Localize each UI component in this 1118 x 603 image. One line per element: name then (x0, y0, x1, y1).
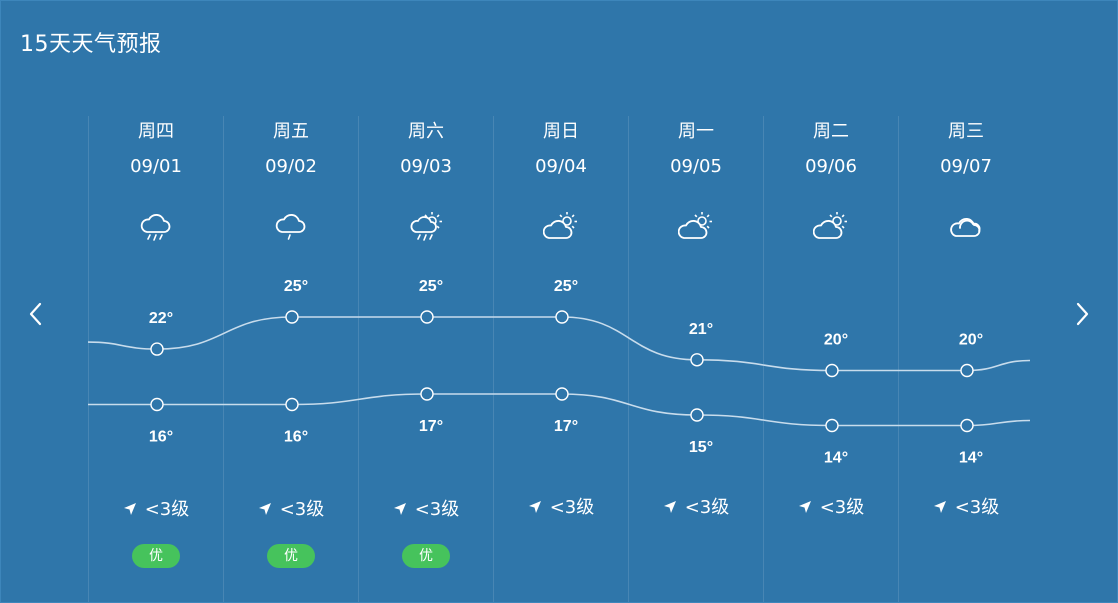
cloud-drizzle-icon (273, 210, 309, 244)
days-row: 周四 09/01 <3级优 周五 09/02 <3级优 周六 09/03 <3级优 周日 09/04… (88, 116, 1033, 602)
day-date: 09/07 (940, 156, 992, 177)
aqi-badge: 优 (132, 544, 180, 568)
wind-level: <3级 (684, 497, 730, 518)
partly-cloudy-icon (677, 210, 714, 244)
wind-info: <3级 (359, 495, 493, 521)
day-date: 09/01 (130, 156, 182, 177)
aqi-badge: 优 (402, 544, 450, 568)
day-date: 09/02 (265, 156, 317, 177)
day-column[interactable]: 周六 09/03 <3级优 (358, 116, 493, 602)
next-button[interactable] (1070, 300, 1094, 328)
day-date: 09/06 (805, 156, 857, 177)
wind-info: <3级 (629, 493, 763, 519)
wind-info: <3级 (494, 493, 628, 519)
chevron-left-icon (29, 302, 42, 326)
wind-direction-icon (123, 500, 137, 521)
day-weekday: 周五 (273, 121, 309, 142)
day-weekday: 周六 (408, 121, 444, 142)
day-column[interactable]: 周二 09/06 <3级 (763, 116, 898, 602)
wind-direction-icon (393, 500, 407, 521)
day-date: 09/05 (670, 156, 722, 177)
wind-level: <3级 (954, 497, 1000, 518)
prev-button[interactable] (24, 300, 48, 328)
aqi-badge: 优 (267, 544, 315, 568)
day-column[interactable]: 周一 09/05 <3级 (628, 116, 763, 602)
sun-cloud-rain-icon (408, 210, 444, 244)
day-weekday: 周一 (678, 121, 714, 142)
wind-direction-icon (933, 498, 947, 519)
partly-cloudy-icon (542, 210, 579, 244)
wind-level: <3级 (414, 499, 460, 520)
chevron-right-icon (1076, 302, 1089, 326)
wind-direction-icon (663, 498, 677, 519)
wind-info: <3级 (224, 495, 358, 521)
wind-info: <3级 (899, 493, 1033, 519)
wind-info: <3级 (89, 495, 223, 521)
wind-level: <3级 (279, 499, 325, 520)
day-column[interactable]: 周日 09/04 <3级 (493, 116, 628, 602)
day-column[interactable]: 周五 09/02 <3级优 (223, 116, 358, 602)
cloudy-icon (948, 210, 984, 244)
day-weekday: 周四 (138, 121, 174, 142)
partly-cloudy-icon (812, 210, 849, 244)
day-weekday: 周三 (948, 121, 984, 142)
day-column[interactable]: 周四 09/01 <3级优 (88, 116, 223, 602)
wind-level: <3级 (549, 497, 595, 518)
wind-direction-icon (528, 498, 542, 519)
wind-direction-icon (258, 500, 272, 521)
wind-direction-icon (798, 498, 812, 519)
day-date: 09/03 (400, 156, 452, 177)
day-date: 09/04 (535, 156, 587, 177)
cloud-rain-icon (138, 210, 174, 244)
day-column[interactable]: 周三 09/07 <3级 (898, 116, 1033, 602)
wind-info: <3级 (764, 493, 898, 519)
wind-level: <3级 (144, 499, 190, 520)
day-weekday: 周日 (543, 121, 579, 142)
wind-level: <3级 (819, 497, 865, 518)
day-weekday: 周二 (813, 121, 849, 142)
panel-title: 15天天气预报 (20, 32, 162, 57)
